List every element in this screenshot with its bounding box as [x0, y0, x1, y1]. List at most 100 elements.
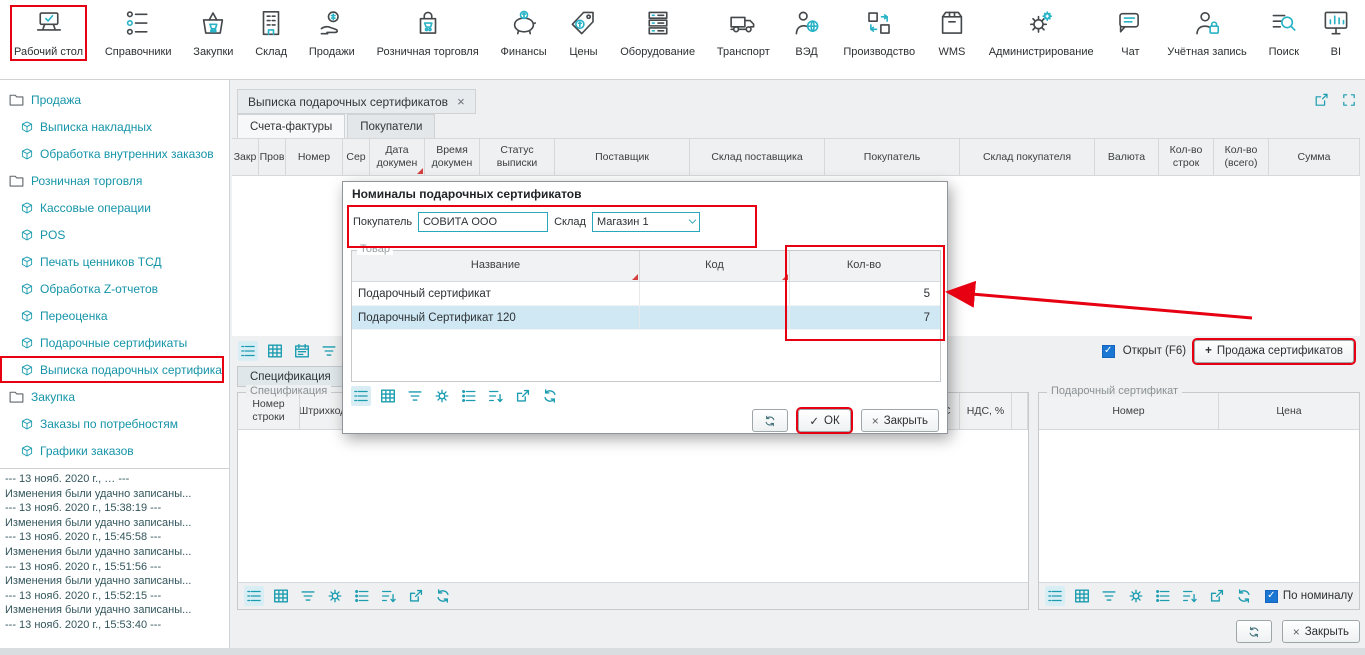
- column-header[interactable]: Название: [352, 251, 640, 281]
- toolbar-item-prices[interactable]: Цены: [564, 5, 602, 61]
- grid-icon[interactable]: [265, 341, 285, 361]
- column-header[interactable]: Кол-во (всего): [1214, 139, 1269, 175]
- export-icon[interactable]: [1207, 586, 1227, 606]
- goods-row-0[interactable]: Подарочный сертификат5: [352, 282, 940, 306]
- sidebar-item-6[interactable]: Печать ценников ТСД: [0, 248, 229, 275]
- column-header[interactable]: НДС, %: [960, 393, 1012, 429]
- column-header[interactable]: Номер: [286, 139, 343, 175]
- column-header[interactable]: Закр: [232, 139, 259, 175]
- toolbar-item-desktop[interactable]: Рабочий стол: [10, 5, 87, 61]
- subtab-1[interactable]: Покупатели: [347, 114, 435, 138]
- sidebar-item-1[interactable]: Выписка накладных: [0, 113, 229, 140]
- toolbar-item-warehouse[interactable]: Склад: [251, 5, 291, 61]
- column-header[interactable]: Валюта: [1095, 139, 1159, 175]
- toolbar-item-bi[interactable]: BI: [1317, 5, 1355, 61]
- sortlist-icon[interactable]: [486, 386, 506, 406]
- buyer-input[interactable]: [418, 212, 548, 232]
- sidebar-item-2[interactable]: Обработка внутренних заказов: [0, 140, 229, 167]
- filter-icon[interactable]: [319, 341, 339, 361]
- column-header[interactable]: Пров: [259, 139, 286, 175]
- column-header[interactable]: Склад покупателя: [960, 139, 1095, 175]
- column-header[interactable]: Кол-во строк: [1159, 139, 1214, 175]
- detach-window-icon[interactable]: [1313, 92, 1329, 108]
- grid-icon[interactable]: [1072, 586, 1092, 606]
- sortlist-icon[interactable]: [1180, 586, 1200, 606]
- toolbar-item-retail[interactable]: Розничная торговля: [373, 5, 483, 61]
- sidebar-item-10[interactable]: Выписка подарочных сертификатов: [0, 356, 224, 383]
- column-header[interactable]: Покупатель: [825, 139, 960, 175]
- filter-icon[interactable]: [405, 386, 425, 406]
- gear-icon[interactable]: [325, 586, 345, 606]
- sidebar-item-9[interactable]: Подарочные сертификаты: [0, 329, 229, 356]
- dialog-close-button[interactable]: × Закрыть: [861, 409, 939, 432]
- toolbar-item-transport[interactable]: Транспорт: [713, 5, 774, 61]
- column-header[interactable]: Цена: [1219, 393, 1359, 429]
- specification-table-body[interactable]: [238, 430, 1028, 582]
- toolbar-item-search[interactable]: Поиск: [1265, 5, 1303, 61]
- refresh-icon[interactable]: [433, 586, 453, 606]
- document-tab[interactable]: Выписка подарочных сертификатов ×: [237, 89, 476, 114]
- filter-icon[interactable]: [1099, 586, 1119, 606]
- certificate-table-body[interactable]: [1039, 430, 1359, 582]
- refresh-icon[interactable]: [1234, 586, 1254, 606]
- sidebar-item-8[interactable]: Переоценка: [0, 302, 229, 329]
- column-header[interactable]: Номер: [1039, 393, 1219, 429]
- sidebar-item-4[interactable]: Кассовые операции: [0, 194, 229, 221]
- filter-icon[interactable]: [298, 586, 318, 606]
- sidebar-item-12[interactable]: Заказы по потребностям: [0, 410, 229, 437]
- ok-button[interactable]: ✓ ОК: [798, 409, 850, 432]
- bullet-icon[interactable]: [459, 386, 479, 406]
- column-header[interactable]: Номер строки: [238, 393, 300, 429]
- list-icon[interactable]: [1045, 586, 1065, 606]
- toolbar-item-chat[interactable]: Чат: [1111, 5, 1149, 61]
- fullscreen-icon[interactable]: [1341, 92, 1357, 108]
- grid-icon[interactable]: [271, 586, 291, 606]
- open-filter-checkbox[interactable]: ✓: [1102, 345, 1115, 358]
- sidebar-item-7[interactable]: Обработка Z-отчетов: [0, 275, 229, 302]
- toolbar-item-finance[interactable]: Финансы: [496, 5, 550, 61]
- grid-icon[interactable]: [378, 386, 398, 406]
- column-header[interactable]: Сер: [343, 139, 370, 175]
- gear-icon[interactable]: [432, 386, 452, 406]
- sidebar-item-13[interactable]: Графики заказов: [0, 437, 229, 464]
- column-header[interactable]: Кол-во: [790, 251, 938, 281]
- calendar-icon[interactable]: [292, 341, 312, 361]
- sidebar-folder-0[interactable]: Продажа: [0, 86, 229, 113]
- sell-certificates-button[interactable]: + Продажа сертификатов: [1194, 340, 1354, 363]
- sidebar-folder-3[interactable]: Розничная торговля: [0, 167, 229, 194]
- toolbar-item-foreign-trade[interactable]: ВЭД: [788, 5, 826, 61]
- tab-close-icon[interactable]: ×: [457, 94, 465, 109]
- gear-icon[interactable]: [1126, 586, 1146, 606]
- sidebar-item-5[interactable]: POS: [0, 221, 229, 248]
- dialog-refresh-button[interactable]: [752, 409, 788, 432]
- refresh-button[interactable]: [1236, 620, 1272, 643]
- toolbar-item-equipment[interactable]: Оборудование: [616, 5, 699, 61]
- column-header[interactable]: Склад поставщика: [690, 139, 825, 175]
- list-icon[interactable]: [238, 341, 258, 361]
- toolbar-item-account[interactable]: Учётная запись: [1163, 5, 1251, 61]
- toolbar-item-administration[interactable]: Администрирование: [985, 5, 1098, 61]
- sidebar-folder-11[interactable]: Закупка: [0, 383, 229, 410]
- column-header[interactable]: Штрихкод: [300, 393, 346, 429]
- sortlist-icon[interactable]: [379, 586, 399, 606]
- column-header[interactable]: Код: [640, 251, 790, 281]
- nominal-checkbox[interactable]: ✓: [1265, 590, 1278, 603]
- column-header[interactable]: Дата докумен: [370, 139, 425, 175]
- export-icon[interactable]: [513, 386, 533, 406]
- list-icon[interactable]: [244, 586, 264, 606]
- tab-specification[interactable]: Спецификация: [237, 366, 344, 387]
- bullet-icon[interactable]: [1153, 586, 1173, 606]
- column-header[interactable]: Статус выписки: [480, 139, 555, 175]
- refresh-icon[interactable]: [540, 386, 560, 406]
- column-header[interactable]: Сумма: [1269, 139, 1360, 175]
- list-icon[interactable]: [351, 386, 371, 406]
- warehouse-input[interactable]: [592, 212, 700, 232]
- column-header[interactable]: Поставщик: [555, 139, 690, 175]
- column-header[interactable]: Время докумен: [425, 139, 480, 175]
- column-header[interactable]: [1012, 393, 1028, 429]
- export-icon[interactable]: [406, 586, 426, 606]
- toolbar-item-production[interactable]: Производство: [839, 5, 919, 61]
- goods-row-1[interactable]: Подарочный Сертификат 1207: [352, 306, 940, 330]
- toolbar-item-catalog[interactable]: Справочники: [101, 5, 176, 61]
- subtab-0[interactable]: Счета-фактуры: [237, 114, 345, 138]
